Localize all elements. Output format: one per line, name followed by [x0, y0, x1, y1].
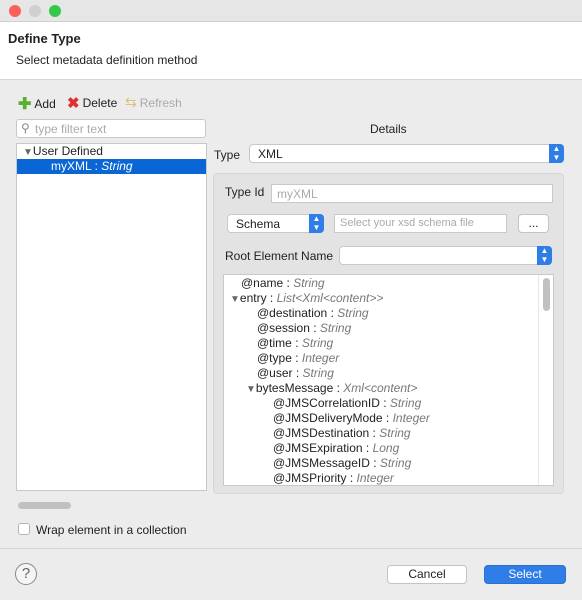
wrap-checkbox[interactable]: [18, 523, 30, 535]
node-type: String: [379, 456, 412, 470]
horizontal-scrollbar[interactable]: [16, 500, 566, 512]
node-type: String: [337, 306, 369, 320]
schema-tree-row[interactable]: @destination : String: [257, 306, 369, 321]
node-name: entry: [239, 291, 267, 305]
delete-button[interactable]: ✖ Delete: [67, 94, 117, 112]
search-icon: ⚲: [21, 121, 30, 135]
schema-tree-row[interactable]: ▼entry : List<Xml<content>>: [230, 291, 383, 306]
schema-tree-row[interactable]: @JMSDestination : String: [273, 426, 411, 441]
dialog-subtitle: Select metadata definition method: [16, 53, 198, 67]
node-name: @JMSPriority: [273, 471, 347, 485]
schema-file-input[interactable]: Select your xsd schema file: [334, 214, 507, 233]
dialog-title: Define Type: [8, 31, 81, 46]
typeid-input[interactable]: myXML: [271, 184, 553, 203]
node-name: @JMSDeliveryMode: [273, 411, 383, 425]
minimize-button[interactable]: [29, 5, 41, 17]
tree-item-myxml[interactable]: myXML : String: [17, 159, 206, 174]
expand-icon[interactable]: ▼: [230, 294, 240, 305]
node-name: @destination: [257, 306, 328, 320]
node-type: String: [301, 336, 334, 350]
schema-tree-row[interactable]: @JMSPriority : Integer: [273, 471, 394, 485]
expand-icon: ▼: [23, 147, 33, 158]
schema-tree-row[interactable]: ▼bytesMessage : Xml<content>: [246, 381, 417, 396]
details-title: Details: [370, 122, 407, 136]
select-button[interactable]: Select: [484, 565, 566, 584]
node-name: bytesMessage: [255, 381, 334, 395]
type-select[interactable]: XML ▲ ▼: [249, 144, 564, 163]
type-tree[interactable]: ▼User Defined myXML : String: [16, 143, 207, 491]
node-name: @name: [241, 276, 284, 290]
refresh-button[interactable]: ⇆ Refresh: [125, 94, 182, 111]
vertical-scrollbar[interactable]: [538, 275, 553, 485]
schema-tree-row[interactable]: @JMSMessageID : String: [273, 456, 411, 471]
scrollbar-thumb[interactable]: [18, 502, 71, 509]
schema-tree-row[interactable]: @time : String: [257, 336, 333, 351]
chevron-updown-icon: ▲ ▼: [549, 144, 564, 163]
schema-tree-row[interactable]: @name : String: [241, 276, 325, 291]
refresh-icon: ⇆: [125, 94, 137, 110]
cancel-button[interactable]: Cancel: [387, 565, 467, 584]
schema-select[interactable]: Schema ▲ ▼: [227, 214, 324, 233]
node-name: @JMSDestination: [273, 426, 370, 440]
node-type: List<Xml<content>>: [276, 291, 384, 305]
expand-icon[interactable]: ▼: [246, 384, 256, 395]
schema-tree[interactable]: @name : String ▼entry : List<Xml<content>…: [223, 274, 554, 486]
close-button[interactable]: [9, 5, 21, 17]
schema-tree-row[interactable]: @JMSCorrelationID : String: [273, 396, 421, 411]
node-type: String: [302, 366, 334, 380]
filter-input[interactable]: ⚲ type filter text: [16, 119, 206, 138]
browse-button[interactable]: ...: [518, 214, 549, 233]
maximize-button[interactable]: [49, 5, 61, 17]
typeid-label: Type Id: [225, 185, 265, 199]
node-type: Xml<content>: [343, 381, 418, 395]
delete-icon: ✖: [67, 95, 80, 112]
schema-tree-row[interactable]: @user : String: [257, 366, 334, 381]
schema-tree-row[interactable]: @session : String: [257, 321, 351, 336]
tree-group-user-defined[interactable]: ▼User Defined: [23, 144, 103, 159]
schema-tree-row[interactable]: @JMSExpiration : Long: [273, 441, 399, 456]
node-type: Integer: [392, 411, 430, 425]
footer-divider: [0, 548, 582, 549]
help-icon[interactable]: ?: [15, 563, 37, 585]
node-type: String: [293, 276, 325, 290]
node-name: @time: [257, 336, 292, 350]
chevron-updown-icon: ▲ ▼: [309, 214, 324, 233]
node-type: String: [389, 396, 422, 410]
add-button[interactable]: ✚ Add: [18, 94, 56, 114]
node-name: @JMSMessageID: [273, 456, 370, 470]
node-type: String: [379, 426, 411, 440]
node-name: @JMSCorrelationID: [273, 396, 380, 410]
node-type: Long: [372, 441, 400, 455]
type-label: Type: [214, 148, 241, 162]
node-name: @session: [257, 321, 310, 335]
plus-icon: ✚: [18, 96, 32, 113]
node-type: Integer: [356, 471, 394, 485]
node-name: @user: [257, 366, 293, 380]
node-type: String: [319, 321, 352, 335]
schema-tree-row[interactable]: @JMSDeliveryMode : Integer: [273, 411, 430, 426]
scrollbar-thumb[interactable]: [543, 278, 550, 311]
chevron-updown-icon: ▲ ▼: [537, 246, 552, 265]
title-bar: [0, 0, 582, 22]
node-name: @type: [257, 351, 292, 365]
root-element-select[interactable]: ▲ ▼: [339, 246, 552, 265]
schema-tree-row[interactable]: @type : Integer: [257, 351, 339, 366]
node-type: Integer: [301, 351, 340, 365]
node-name: @JMSExpiration: [273, 441, 363, 455]
dialog-header: Define Type Select metadata definition m…: [0, 22, 582, 80]
root-element-label: Root Element Name: [225, 249, 334, 263]
wrap-label: Wrap element in a collection: [36, 523, 187, 537]
